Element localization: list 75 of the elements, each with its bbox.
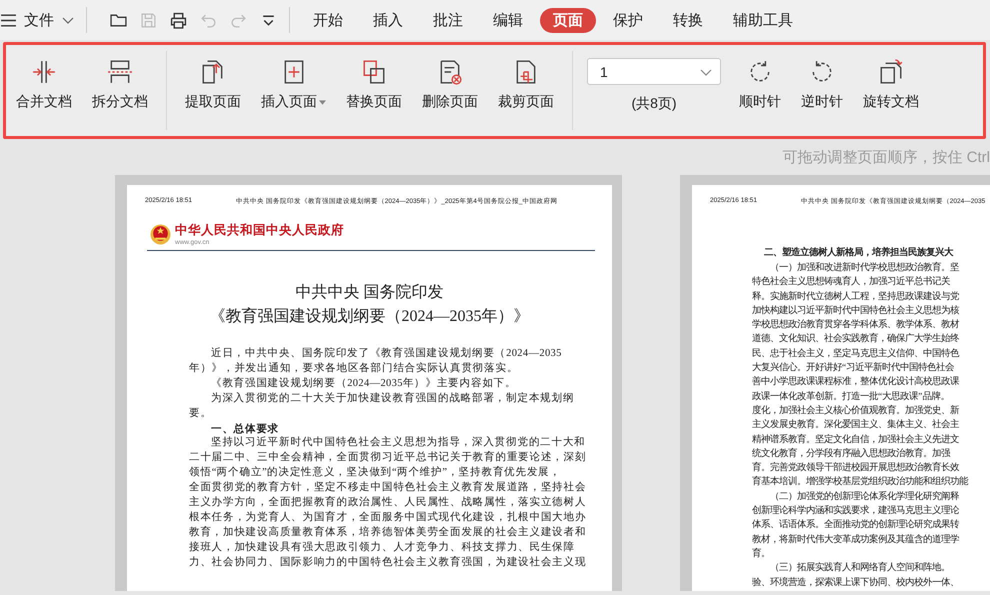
document-title: 《教育强国建设规划纲要（2024—2035年）》 bbox=[208, 306, 530, 327]
text-line: 统文化教育，分学段有序融入思想政治教育。加强 bbox=[751, 446, 952, 461]
text-line: 民、忠于社会主义，坚定马克思主义信仰、中国特色 bbox=[751, 347, 960, 361]
text-line: 大复兴信心。开好讲好“习近平新时代中国特色社会 bbox=[751, 361, 956, 376]
ribbon-tab[interactable]: 页面 bbox=[540, 8, 596, 32]
section-heading: 一、总体要求 bbox=[210, 422, 280, 436]
page-thumbnail[interactable] bbox=[680, 175, 990, 591]
text-line: 教材，将新时代伟大变革成功案例及其蕴含的道理学 bbox=[751, 533, 960, 547]
ribbon-button[interactable]: 替换页面 bbox=[342, 53, 406, 117]
ribbon-button[interactable]: 删除页面 bbox=[418, 53, 482, 117]
text-line: 年）》，并发出通知，要求各地区各部门结合实际认真贯彻落实。 bbox=[188, 362, 520, 376]
ribbon-tab[interactable]: 批注 bbox=[420, 8, 476, 32]
text-line: （一）加强和改进新时代学校思想政治教育。坚 bbox=[769, 261, 960, 275]
text-line: 育。 bbox=[751, 546, 771, 561]
ribbon-tab[interactable]: 辅助工具 bbox=[720, 8, 806, 32]
ribbon-button[interactable]: 顺时针 bbox=[735, 53, 785, 117]
rotate-pages-icon bbox=[878, 59, 904, 85]
text-line: 要。 bbox=[188, 406, 213, 421]
text-line: 领悟“两个确立”的决定性意义，坚决做到“两个维护”，坚持教育优先发展， bbox=[188, 466, 562, 480]
printer-icon[interactable] bbox=[170, 12, 187, 28]
menu-icon[interactable] bbox=[0, 12, 17, 28]
text-line: 主义办学方向，全面把握教育的政治属性、人民属性、战略属性，落实立德树人 bbox=[188, 496, 588, 510]
ribbon-tab[interactable]: 保护 bbox=[600, 8, 656, 32]
site-title: 中华人民共和国中央人民政府 bbox=[175, 222, 344, 239]
text-line: 近日，中共中央、国务院印发了《教育强国建设规划纲要（2024—2035 bbox=[210, 347, 563, 361]
text-line: 坚持以习近平新时代中国特色社会主义思想为指导，深入贯彻党的二十大和 bbox=[210, 436, 587, 450]
ribbon-tab[interactable]: 编辑 bbox=[480, 8, 536, 32]
text-line: 度化，加强社会主义核心价值观教育。加强党史、新 bbox=[751, 404, 960, 418]
ribbon-tab[interactable]: 转换 bbox=[660, 8, 716, 32]
ribbon-tab[interactable]: 开始 bbox=[300, 8, 356, 32]
text-line: 二十届二中、三中全会精神，全面贯彻习近平总书记关于教育的重要论述，深刻 bbox=[188, 451, 588, 466]
text-line: 根本任务，为党育人、为国育才，全面服务中国式现代化建设，扎根中国大地办 bbox=[188, 510, 588, 525]
text-line: 育基本培训。增强学校基层党组织政治功能和组织功能 bbox=[751, 475, 970, 490]
page-number-dropdown[interactable]: 1 bbox=[587, 58, 721, 85]
text-line: 体系、话语体系。全面推动党的创新理论研究成果转 bbox=[751, 518, 960, 532]
emblem-icon bbox=[150, 224, 171, 244]
hint-text: 可拖动调整页面顺序，按住 Ctrl bbox=[782, 148, 990, 168]
text-line: 释。实施新时代立德树人工程，坚持思政课建设与党 bbox=[751, 290, 960, 304]
ribbon-button[interactable]: 提取页面 bbox=[181, 53, 245, 117]
merge-icon bbox=[31, 59, 57, 85]
folder-icon[interactable] bbox=[110, 12, 127, 28]
ribbon-tab[interactable]: 插入 bbox=[360, 8, 416, 32]
text-line: 创新理论科学内涵和实践要求，建强马克思主义理论 bbox=[751, 504, 960, 518]
text-line: （三）拓展实践育人和网络育人空间和阵地。 bbox=[769, 561, 951, 576]
text-line: 精神谱系教育。坚定文化自信，加强社会主义先进文 bbox=[751, 432, 960, 447]
section-heading: 二、塑造立德树人新格局，培养担当民族复兴大 bbox=[763, 246, 954, 260]
text-line: 全面贯彻党的教育方针，坚定不移走中国特色社会主义教育发展道路，坚持社会 bbox=[188, 481, 588, 496]
text-line: 为深入贯彻党的二十大关于加快建设教育强国的战略部署，制定本规划纲 bbox=[210, 392, 576, 406]
text-line: 《教育强国建设规划纲要（2024—2035年）》主要内容如下。 bbox=[210, 376, 518, 391]
text-line: 善中小学思政课课程标准，整体优化设计高校思政课 bbox=[751, 375, 960, 390]
text-line: 教育，加快建设高质量教育体系，培养德智体美劳全面发展的社会主义建设者和 bbox=[188, 526, 588, 540]
page-count: (共8页) bbox=[631, 95, 677, 113]
text-line: 主义发展史教育。深化爱国主义、集体主义、社会主 bbox=[751, 418, 960, 432]
text-line: 加快构建以习近平新时代中国特色社会主义思想为核 bbox=[751, 304, 960, 318]
ribbon-button[interactable]: 插入页面 bbox=[257, 53, 330, 117]
text-line: 学校思想政治教育贯穿各学科体系、教学体系、教材 bbox=[751, 318, 960, 332]
text-line: 特色社会主义思想铸魂育人，加强习近平总书记关 bbox=[751, 275, 951, 290]
file-menu[interactable]: 文件 bbox=[24, 10, 54, 30]
text-line: 育。完善党政领导干部进校园开展思想政治教育长效 bbox=[751, 461, 960, 476]
page-thumbnail[interactable] bbox=[115, 175, 622, 591]
text-line: 接班人，加快建设具有强大思政引领力、人才竞争力、科技支撑力、民生保障 bbox=[188, 540, 576, 555]
document-title: 中共中央 国务院印发 bbox=[294, 282, 444, 303]
ribbon-button[interactable]: 裁剪页面 bbox=[494, 53, 558, 117]
text-line: 验、环境营造，探索课上课下协同、校内校外一体、 bbox=[751, 576, 960, 590]
split-icon bbox=[107, 59, 133, 85]
ribbon-button[interactable]: 拆分文档 bbox=[88, 53, 152, 117]
ribbon-button[interactable]: 合并文档 bbox=[12, 53, 76, 117]
text-line: 政课一体化改革创新。打造一批“大思政课”品牌。 bbox=[751, 390, 950, 404]
text-line: 道德、文化知识、社会实践教育，确保广大学生始终 bbox=[751, 332, 960, 346]
replace-icon bbox=[361, 59, 387, 85]
text-line: 力、社会协同力、国际影响力的中国特色社会主义教育强国，为建设社会主义现 bbox=[188, 556, 588, 570]
text-line: （二）加强党的创新理论体系化学理化研究阐释 bbox=[769, 490, 960, 504]
caret-icon bbox=[319, 100, 326, 104]
ribbon-button[interactable]: 逆时针 bbox=[797, 53, 847, 117]
ribbon-button[interactable]: 旋转文档 bbox=[859, 53, 923, 117]
